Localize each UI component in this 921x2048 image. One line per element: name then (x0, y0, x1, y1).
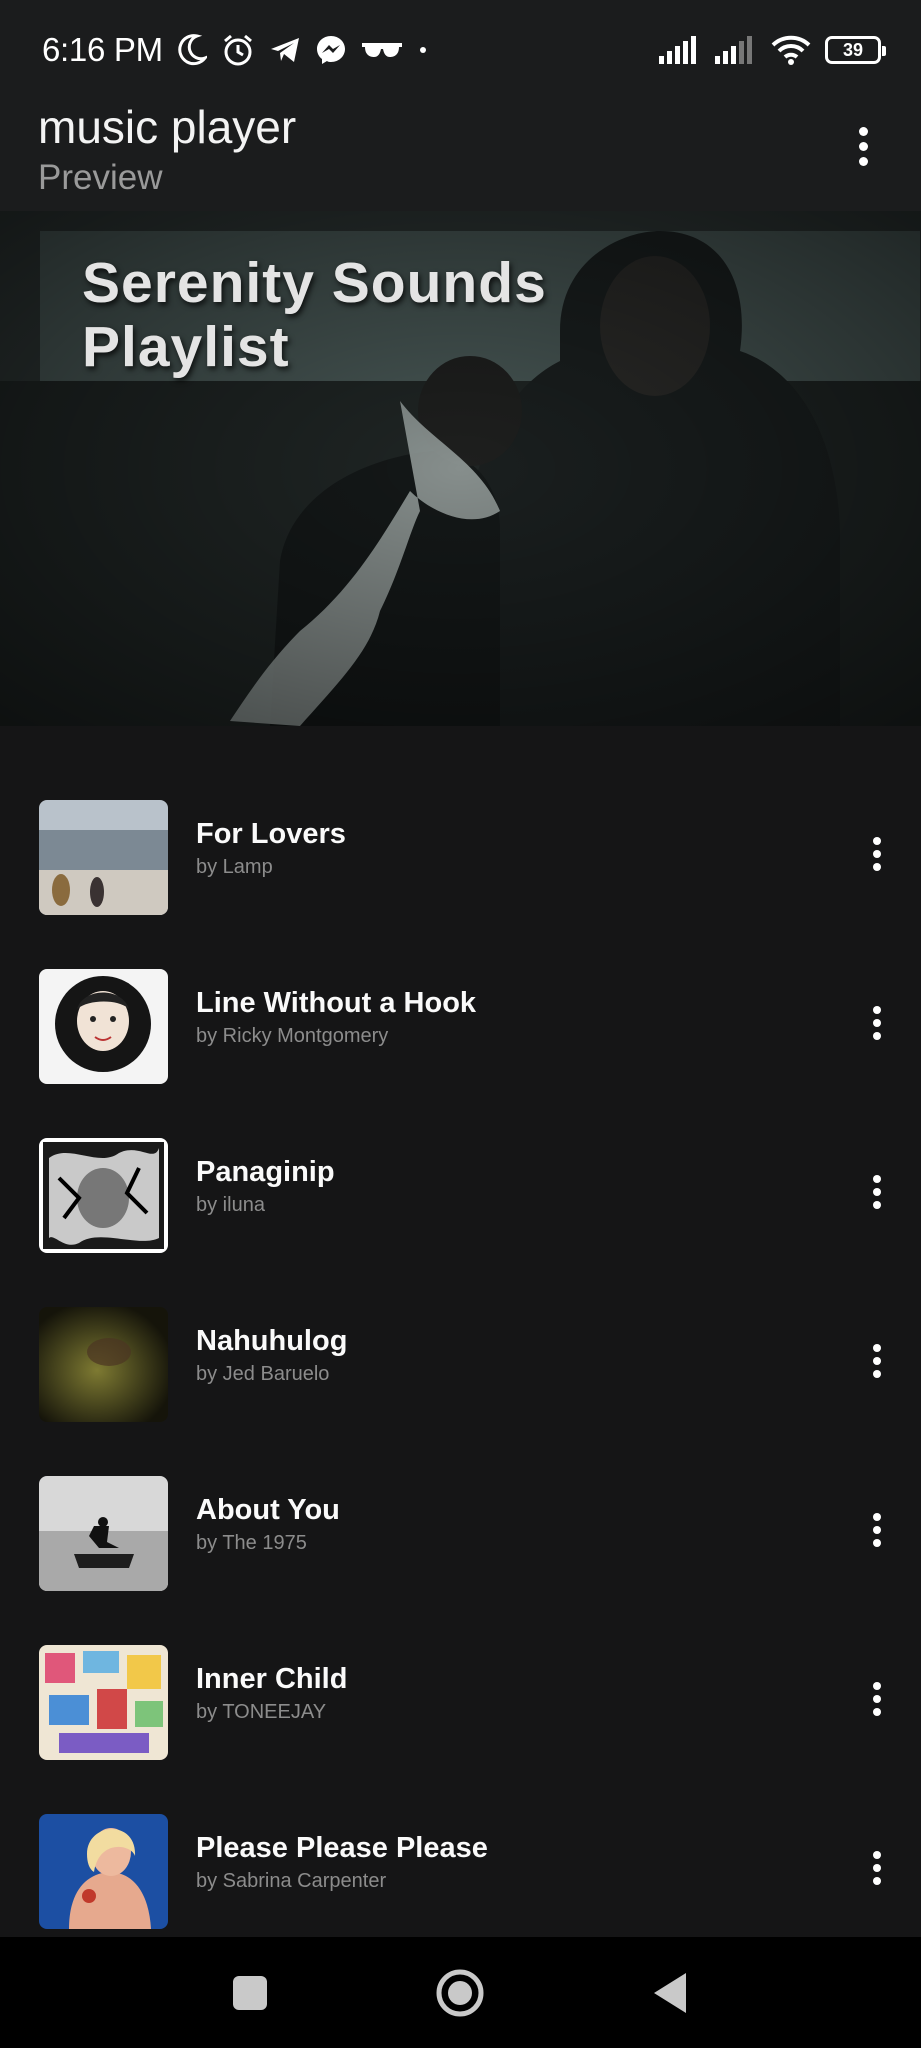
track-artist: by Lamp (196, 856, 273, 878)
playlist-cover: Serenity Sounds Playlist (0, 211, 921, 726)
track-row[interactable]: Panaginip by iluna (0, 1128, 921, 1297)
status-right: 39 (659, 30, 886, 70)
track-artist: by Ricky Montgomery (196, 1025, 389, 1047)
recents-square-icon[interactable] (222, 1965, 278, 2021)
status-bar: 6:16 PM 39 (0, 0, 921, 100)
more-vert-icon[interactable] (859, 1844, 895, 1892)
home-circle-icon[interactable] (432, 1965, 488, 2021)
track-artist: by iluna (196, 1194, 265, 1216)
telegram-icon (269, 30, 301, 70)
track-artist: by Jed Baruelo (196, 1363, 330, 1385)
track-artist: by TONEEJAY (196, 1701, 327, 1723)
messenger-icon (315, 30, 347, 70)
album-art (39, 969, 168, 1084)
app-subtitle: Preview (38, 158, 163, 197)
back-triangle-icon[interactable] (642, 1965, 698, 2021)
navigation-bar (0, 1937, 921, 2048)
signal-icon (659, 30, 701, 70)
more-vert-icon[interactable] (859, 1506, 895, 1554)
track-list: For Lovers by Lamp Line Without a Hook b… (0, 790, 921, 1973)
track-row[interactable]: For Lovers by Lamp (0, 790, 921, 959)
album-art (39, 1814, 168, 1929)
track-artist: by Sabrina Carpenter (196, 1870, 387, 1892)
track-title: Please Please Please (196, 1832, 488, 1864)
track-row[interactable]: Nahuhulog by Jed Baruelo (0, 1297, 921, 1466)
alarm-icon (221, 30, 255, 70)
track-row[interactable]: Inner Child by TONEEJAY (0, 1635, 921, 1804)
track-title: Line Without a Hook (196, 987, 477, 1019)
track-artist: by The 1975 (196, 1532, 307, 1554)
app-bar: music player Preview (0, 100, 921, 211)
more-vert-icon[interactable] (843, 122, 883, 170)
album-art (39, 800, 168, 915)
track-title: About You (196, 1494, 340, 1526)
album-art (39, 1476, 168, 1591)
playlist-title: Serenity Sounds Playlist (82, 251, 547, 379)
dot-icon (417, 30, 429, 70)
track-title: Inner Child (196, 1663, 348, 1695)
glasses-icon (361, 30, 403, 70)
status-time: 6:16 PM (42, 31, 163, 68)
track-title: Panaginip (196, 1156, 335, 1188)
track-row[interactable]: Line Without a Hook by Ricky Montgomery (0, 959, 921, 1128)
more-vert-icon[interactable] (859, 830, 895, 878)
battery-icon: 39 (825, 36, 886, 64)
track-row[interactable]: About You by The 1975 (0, 1466, 921, 1635)
app-title: music player (38, 101, 297, 153)
album-art (39, 1645, 168, 1760)
more-vert-icon[interactable] (859, 1168, 895, 1216)
signal-icon (715, 30, 757, 70)
track-title: For Lovers (196, 818, 346, 850)
wifi-icon (771, 30, 811, 70)
more-vert-icon[interactable] (859, 999, 895, 1047)
album-art (39, 1307, 168, 1422)
album-art (39, 1138, 168, 1253)
moon-icon (177, 30, 207, 70)
more-vert-icon[interactable] (859, 1675, 895, 1723)
more-vert-icon[interactable] (859, 1337, 895, 1385)
track-title: Nahuhulog (196, 1325, 348, 1357)
status-left: 6:16 PM (42, 30, 429, 70)
